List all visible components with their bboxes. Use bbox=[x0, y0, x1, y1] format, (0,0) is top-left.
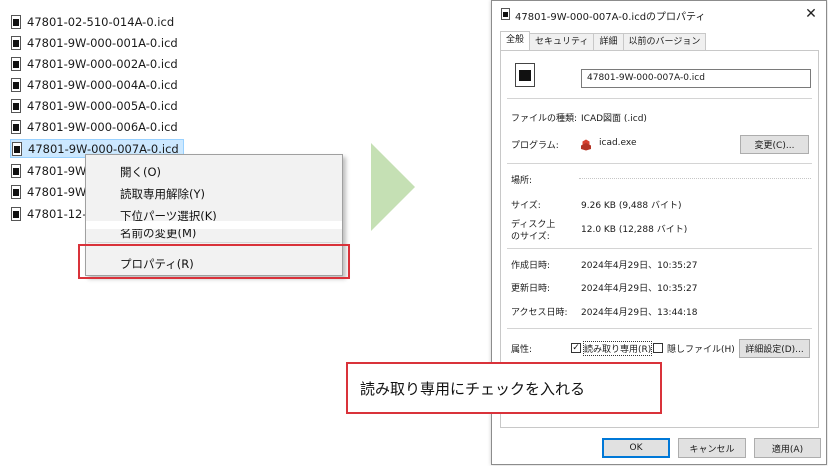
tab-general[interactable]: 全般 bbox=[500, 31, 531, 50]
divider bbox=[507, 328, 812, 329]
file-icon bbox=[10, 56, 21, 71]
accessed-label: アクセス日時: bbox=[511, 308, 568, 318]
file-item[interactable]: 47801-9W-000-004A-0.icd bbox=[10, 75, 178, 94]
hidden-checkbox[interactable] bbox=[653, 343, 663, 353]
attributes-label: 属性: bbox=[511, 345, 533, 355]
file-name: 47801-12-( bbox=[27, 206, 92, 221]
accessed-value: 2024年4月29日、13:44:18 bbox=[581, 308, 698, 318]
size-value: 9.26 KB (9,488 バイト) bbox=[581, 201, 682, 211]
location-value-redacted bbox=[579, 178, 811, 180]
tab-details[interactable]: 詳細 bbox=[593, 33, 624, 50]
file-item[interactable]: 47801-12-( bbox=[10, 204, 91, 223]
advanced-button[interactable]: 詳細設定(D)... bbox=[739, 339, 810, 358]
size-label: サイズ: bbox=[511, 201, 541, 211]
created-value: 2024年4月29日、10:35:27 bbox=[581, 261, 698, 271]
file-icon bbox=[11, 141, 22, 156]
created-label: 作成日時: bbox=[511, 261, 551, 271]
file-icon bbox=[10, 98, 21, 113]
tab-security[interactable]: セキュリティ bbox=[529, 33, 595, 50]
file-icon bbox=[10, 206, 21, 221]
program-label: プログラム: bbox=[511, 141, 559, 151]
change-program-button[interactable]: 変更(C)... bbox=[740, 135, 809, 154]
file-icon bbox=[10, 184, 21, 199]
program-value: icad.exe bbox=[599, 138, 637, 148]
divider bbox=[507, 98, 812, 99]
menu-separator bbox=[88, 242, 340, 243]
file-name: 47801-02-510-014A-0.icd bbox=[27, 14, 175, 29]
file-name: 47801-9W-000-002A-0.icd bbox=[27, 56, 178, 71]
file-icon bbox=[10, 35, 21, 50]
hidden-label[interactable]: 隠しファイル(H) bbox=[667, 342, 735, 355]
gear-app-icon bbox=[581, 139, 591, 151]
file-item[interactable]: 47801-02-510-014A-0.icd bbox=[10, 12, 174, 31]
disk-size-value: 12.0 KB (12,288 バイト) bbox=[581, 225, 688, 235]
file-item[interactable]: 47801-9W-000-006A-0.icd bbox=[10, 117, 178, 136]
tab-bar: 全般 セキュリティ 詳細 以前のバージョン bbox=[500, 31, 707, 50]
file-name-field[interactable]: 47801-9W-000-007A-0.icd bbox=[581, 69, 811, 88]
readonly-checkbox[interactable]: ✓ bbox=[571, 343, 581, 353]
properties-highlight-box bbox=[78, 244, 350, 279]
dialog-title: 47801-9W-000-007A-0.icdのプロパティ bbox=[515, 12, 706, 23]
file-icon bbox=[501, 8, 510, 20]
file-icon bbox=[10, 119, 21, 134]
file-name: 47801-9W- bbox=[27, 184, 91, 199]
modified-label: 更新日時: bbox=[511, 284, 551, 294]
file-name: 47801-9W-000-005A-0.icd bbox=[27, 98, 178, 113]
file-name: 47801-9W- bbox=[27, 163, 91, 178]
screenshot-cut bbox=[86, 221, 342, 229]
location-label: 場所: bbox=[511, 176, 533, 186]
divider bbox=[507, 248, 812, 249]
file-item[interactable]: 47801-9W- bbox=[10, 161, 90, 180]
tab-previous-versions[interactable]: 以前のバージョン bbox=[622, 33, 707, 50]
file-icon bbox=[10, 14, 21, 29]
file-item[interactable]: 47801-9W-000-005A-0.icd bbox=[10, 96, 178, 115]
disk-size-label-2: のサイズ: bbox=[511, 232, 550, 242]
file-item[interactable]: 47801-9W-000-002A-0.icd bbox=[10, 54, 178, 73]
modified-value: 2024年4月29日、10:35:27 bbox=[581, 284, 698, 294]
divider bbox=[507, 163, 812, 164]
instruction-callout: 読み取り専用にチェックを入れる bbox=[346, 362, 662, 414]
callout-text: 読み取り専用にチェックを入れる bbox=[360, 379, 586, 398]
file-name: 47801-9W-000-006A-0.icd bbox=[27, 119, 178, 134]
file-icon bbox=[10, 163, 21, 178]
close-icon[interactable]: ✕ bbox=[796, 1, 826, 27]
ok-button[interactable]: OK bbox=[602, 438, 670, 458]
file-type-value: ICAD図面 (.icd) bbox=[581, 114, 647, 124]
readonly-label[interactable]: 読み取り専用(R) bbox=[582, 341, 653, 356]
right-arrow-icon bbox=[371, 143, 415, 231]
file-name: 47801-9W-000-001A-0.icd bbox=[27, 35, 178, 50]
apply-button[interactable]: 適用(A) bbox=[754, 438, 821, 458]
file-icon bbox=[10, 77, 21, 92]
file-item[interactable]: 47801-9W-000-001A-0.icd bbox=[10, 33, 178, 52]
file-item[interactable]: 47801-9W- bbox=[10, 182, 90, 201]
menu-item-unlock-readonly[interactable]: 読取専用解除(Y) bbox=[120, 186, 205, 202]
cancel-button[interactable]: キャンセル bbox=[678, 438, 746, 458]
file-type-label: ファイルの種類: bbox=[511, 114, 578, 124]
menu-item-open[interactable]: 開く(O) bbox=[120, 164, 161, 180]
dialog-titlebar: 47801-9W-000-007A-0.icdのプロパティ ✕ bbox=[492, 1, 826, 27]
file-icon bbox=[515, 63, 535, 87]
file-name: 47801-9W-000-004A-0.icd bbox=[27, 77, 178, 92]
